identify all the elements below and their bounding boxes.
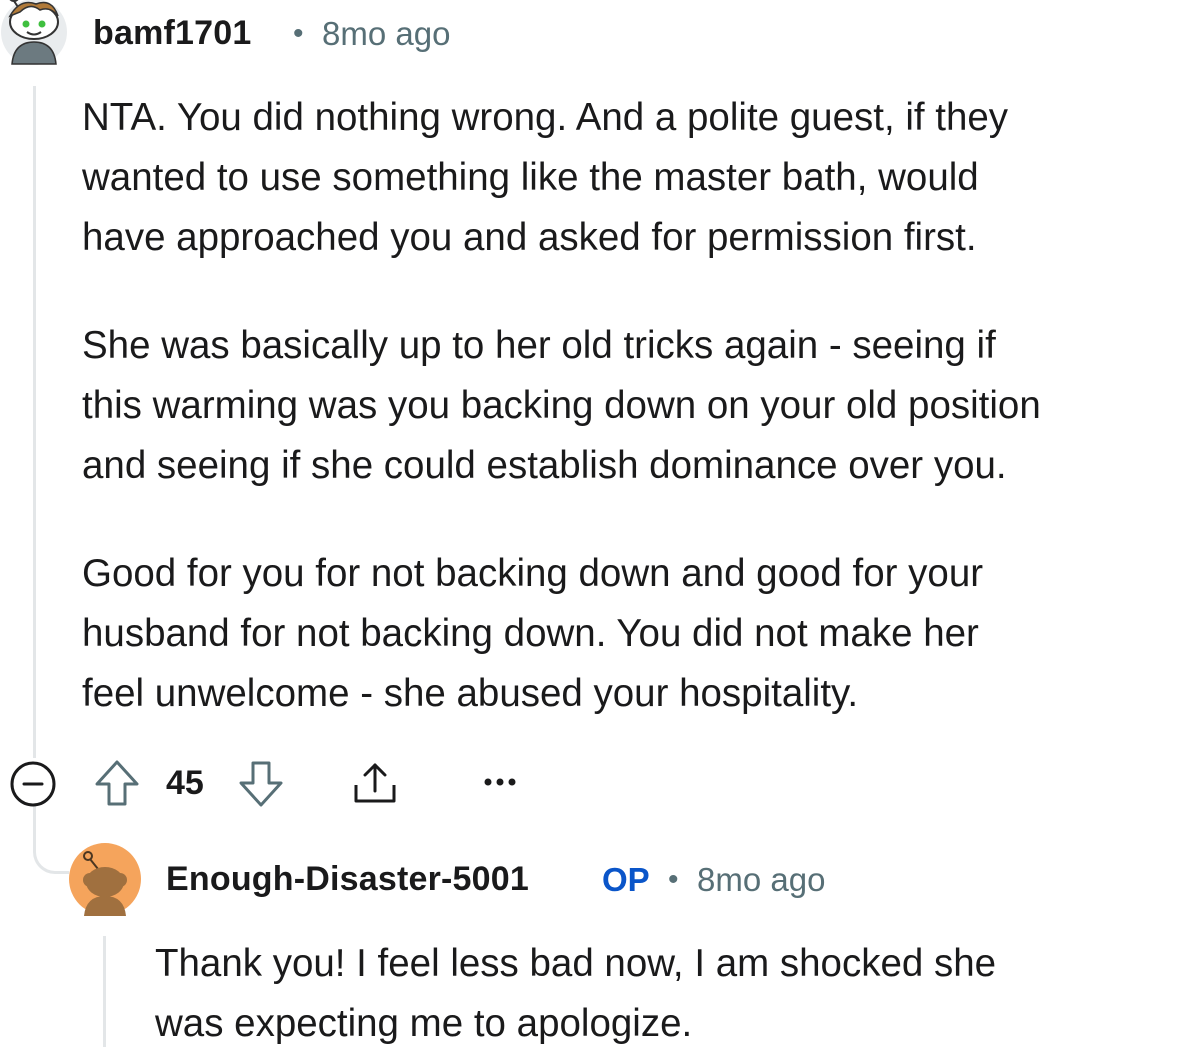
text-line: husband for not backing down. You did no… bbox=[82, 612, 979, 655]
thread-connector bbox=[33, 826, 69, 874]
text-line: this warming was you backing down on you… bbox=[82, 384, 1041, 427]
text-line: Good for you for not backing down and go… bbox=[82, 552, 984, 595]
comment-paragraph: NTA. You did nothing wrong. And a polite… bbox=[82, 88, 1041, 268]
collapse-icon bbox=[10, 761, 56, 807]
upvote-button[interactable] bbox=[94, 759, 140, 807]
upvote-icon bbox=[95, 760, 139, 806]
text-line: Thank you! I feel less bad now, I am sho… bbox=[155, 942, 997, 985]
op-badge: OP bbox=[602, 861, 650, 898]
snoo-avatar-icon bbox=[1, 0, 67, 65]
comment-author[interactable]: Enough-Disaster-5001 bbox=[166, 860, 529, 899]
snoo-avatar-icon bbox=[69, 843, 141, 916]
comment-body: NTA. You did nothing wrong. And a polite… bbox=[82, 88, 1041, 724]
comment-paragraph: She was basically up to her old tricks a… bbox=[82, 316, 1041, 496]
downvote-icon bbox=[239, 761, 283, 807]
thread-line bbox=[33, 86, 36, 758]
comment-author[interactable]: bamf1701 bbox=[93, 14, 251, 53]
thread-line bbox=[103, 936, 106, 1047]
more-options-icon bbox=[484, 778, 516, 786]
text-line: and seeing if she could establish domina… bbox=[82, 444, 1007, 487]
comment-timestamp: 8mo ago bbox=[322, 15, 451, 52]
text-line: feel unwelcome - she abused your hospita… bbox=[82, 672, 859, 715]
text-line: NTA. You did nothing wrong. And a polite… bbox=[82, 96, 1009, 139]
text-line: was expecting me to apologize. bbox=[155, 1002, 693, 1045]
vote-count: 45 bbox=[166, 764, 204, 802]
text-line: wanted to use something like the master … bbox=[82, 156, 979, 199]
avatar[interactable] bbox=[0, 0, 68, 68]
text-line: have approached you and asked for permis… bbox=[82, 216, 977, 259]
share-button[interactable] bbox=[350, 759, 400, 809]
avatar[interactable] bbox=[68, 842, 142, 916]
downvote-button[interactable] bbox=[238, 760, 284, 808]
comment-paragraph: Good for you for not backing down and go… bbox=[82, 544, 1041, 724]
more-options-button[interactable] bbox=[482, 772, 518, 792]
share-icon bbox=[354, 763, 396, 803]
comment-timestamp: 8mo ago bbox=[697, 861, 826, 898]
comment-paragraph: Thank you! I feel less bad now, I am sho… bbox=[155, 934, 996, 1054]
comment-body: Thank you! I feel less bad now, I am sho… bbox=[155, 934, 996, 1054]
text-line: She was basically up to her old tricks a… bbox=[82, 324, 996, 367]
collapse-button[interactable] bbox=[9, 760, 57, 808]
meta-separator: • bbox=[668, 863, 679, 896]
meta-separator: • bbox=[293, 17, 304, 50]
